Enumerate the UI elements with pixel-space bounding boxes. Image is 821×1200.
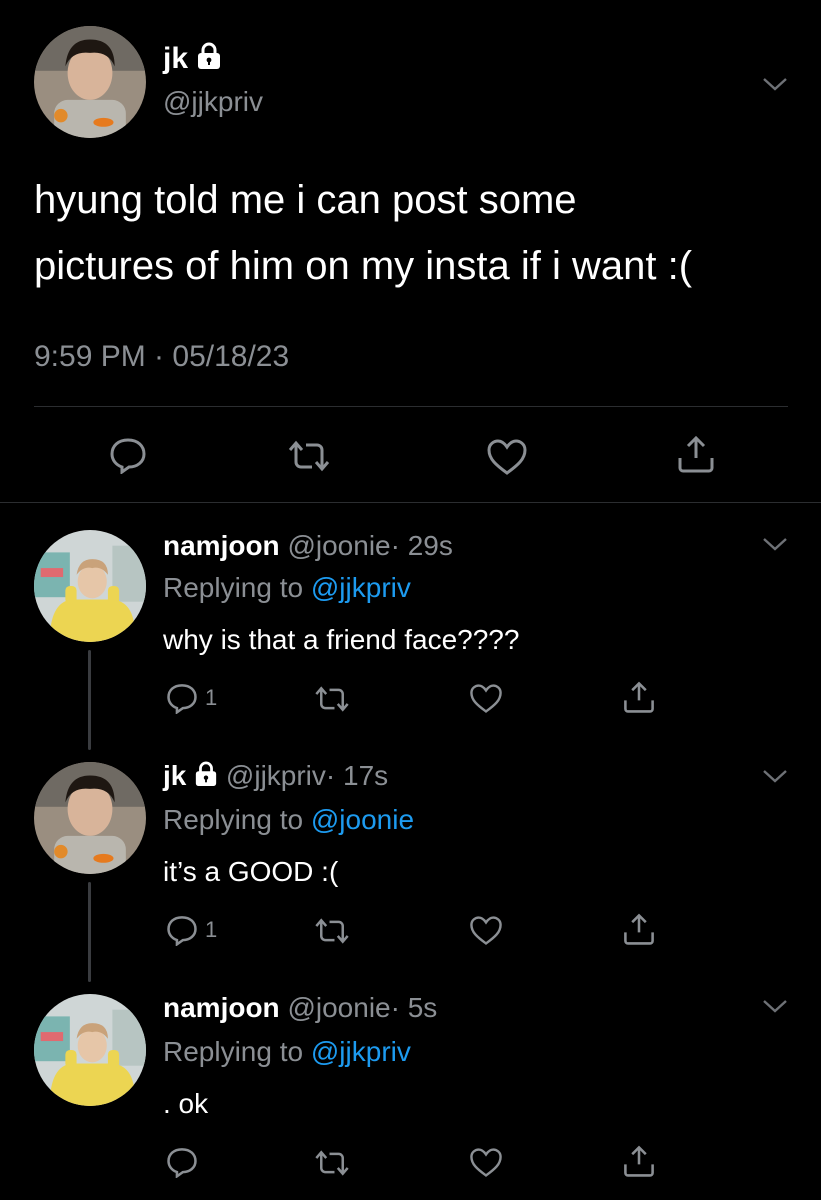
- retweet-button[interactable]: [286, 438, 332, 474]
- display-name: namjoon: [163, 992, 280, 1023]
- replying-to-line: Replying to @joonie: [163, 804, 414, 836]
- like-icon: [470, 684, 502, 713]
- reply-button[interactable]: 1: [165, 914, 217, 946]
- reply-button[interactable]: [108, 436, 148, 474]
- share-button[interactable]: [622, 912, 656, 946]
- lock-icon: [196, 42, 222, 78]
- chevron-down-icon[interactable]: [762, 76, 788, 92]
- divider: [34, 406, 788, 407]
- avatar-namjoon[interactable]: [34, 530, 146, 642]
- replying-to-link[interactable]: @jjkpriv: [311, 572, 411, 603]
- avatar-jk[interactable]: [34, 762, 146, 874]
- reply-icon: [110, 438, 146, 474]
- chevron-down-icon[interactable]: [762, 998, 788, 1014]
- reply-text: it’s a GOOD :(: [163, 856, 339, 887]
- like-button[interactable]: [486, 438, 528, 476]
- retweet-button[interactable]: [313, 916, 351, 946]
- reply-icon: [167, 684, 197, 714]
- reply-button[interactable]: [165, 1146, 205, 1178]
- reply-icon: [167, 1148, 197, 1178]
- retweet-icon: [288, 440, 330, 472]
- retweet-button[interactable]: [313, 1148, 351, 1178]
- share-icon: [624, 1145, 654, 1177]
- main-tweet-text-line2: pictures of him on my insta if i want :(: [34, 244, 693, 288]
- main-handle[interactable]: @jjkpriv: [163, 86, 263, 118]
- reply-header[interactable]: namjoon @joonie· 29s: [163, 530, 453, 562]
- reply-header[interactable]: namjoon @joonie· 5s: [163, 992, 437, 1024]
- main-display-name[interactable]: jk: [163, 42, 222, 78]
- share-icon: [678, 435, 714, 473]
- reply-icon: [167, 916, 197, 946]
- share-icon: [624, 913, 654, 945]
- reply-text: . ok: [163, 1088, 209, 1119]
- retweet-button[interactable]: [313, 684, 351, 714]
- divider: [0, 502, 821, 503]
- avatar-jk[interactable]: [34, 26, 146, 138]
- handle: @jjkpriv: [225, 760, 326, 791]
- reply-time: · 17s: [325, 760, 389, 791]
- reply-header[interactable]: jk @jjkpriv· 17s: [163, 760, 388, 794]
- avatar-namjoon[interactable]: [34, 994, 146, 1106]
- retweet-icon: [315, 918, 349, 944]
- display-name-text: jk: [163, 42, 189, 75]
- replying-prefix: Replying to: [163, 1036, 304, 1067]
- like-icon: [470, 916, 502, 945]
- main-timestamp[interactable]: 9:59 PM · 05/18/23: [34, 340, 289, 374]
- main-tweet-text-line1: hyung told me i can post some: [34, 178, 577, 222]
- replying-to-line: Replying to @jjkpriv: [163, 572, 411, 604]
- like-icon: [487, 439, 527, 475]
- like-button[interactable]: [469, 915, 503, 946]
- retweet-icon: [315, 686, 349, 712]
- chevron-down-icon[interactable]: [762, 536, 788, 552]
- share-button[interactable]: [622, 680, 656, 714]
- display-name: namjoon: [163, 530, 280, 561]
- share-button[interactable]: [676, 434, 716, 474]
- reply-text: why is that a friend face????: [163, 624, 520, 655]
- replying-to-link[interactable]: @joonie: [311, 804, 414, 835]
- lock-icon: [194, 761, 218, 794]
- replying-prefix: Replying to: [163, 804, 304, 835]
- reply-time: · 5s: [390, 992, 438, 1023]
- replying-to-link[interactable]: @jjkpriv: [311, 1036, 411, 1067]
- like-button[interactable]: [469, 1147, 503, 1178]
- like-button[interactable]: [469, 683, 503, 714]
- share-button[interactable]: [622, 1144, 656, 1178]
- reply-time: · 29s: [390, 530, 453, 561]
- reply-count: 1: [205, 917, 218, 942]
- share-icon: [624, 681, 654, 713]
- display-name: jk: [163, 760, 187, 791]
- handle: @joonie: [287, 992, 391, 1023]
- retweet-icon: [315, 1150, 349, 1176]
- like-icon: [470, 1148, 502, 1177]
- thread-line: [88, 882, 91, 982]
- chevron-down-icon[interactable]: [762, 768, 788, 784]
- replying-prefix: Replying to: [163, 572, 304, 603]
- reply-count: 1: [205, 685, 218, 710]
- thread-line: [88, 650, 91, 750]
- replying-to-line: Replying to @jjkpriv: [163, 1036, 411, 1068]
- handle: @joonie: [287, 530, 391, 561]
- reply-button[interactable]: 1: [165, 682, 217, 714]
